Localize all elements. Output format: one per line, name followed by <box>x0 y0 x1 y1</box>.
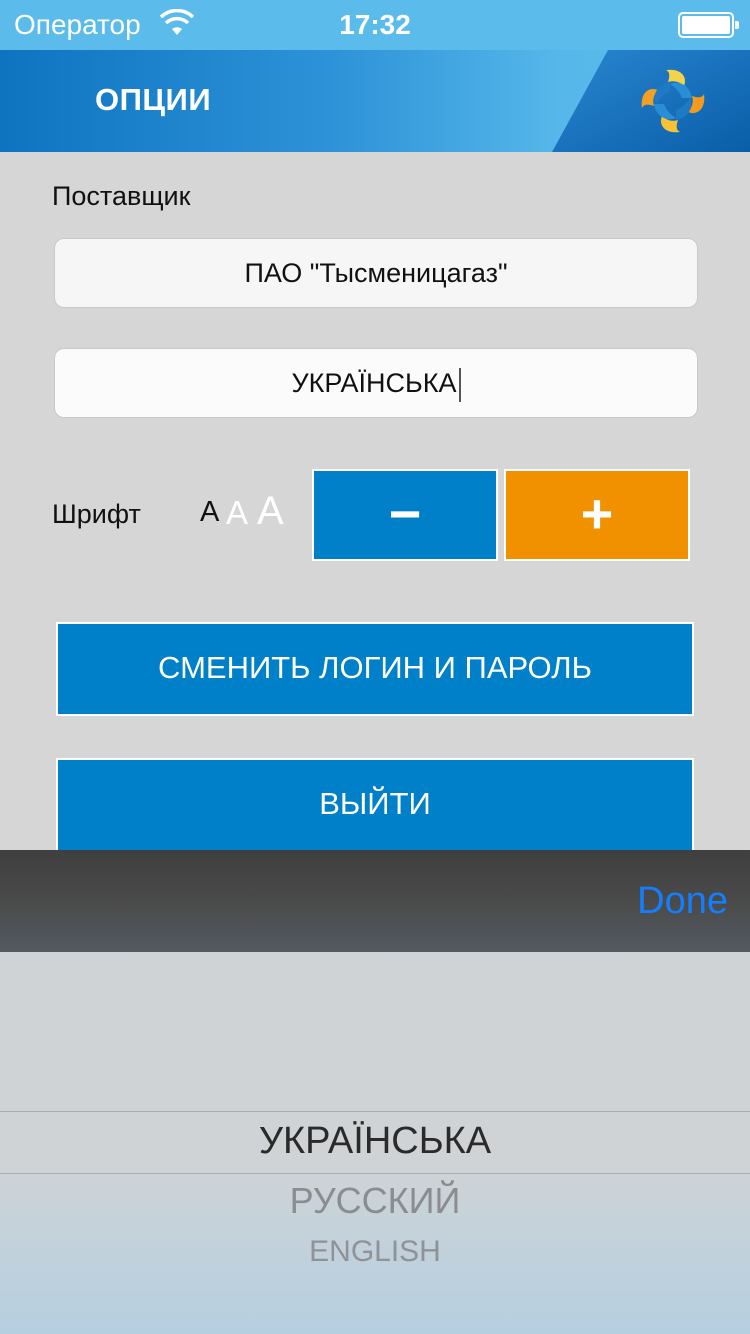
plus-icon: + <box>580 482 614 545</box>
picker-option[interactable]: УКРАЇНСЬКА <box>0 1120 750 1163</box>
supplier-label: Поставщик <box>52 181 191 211</box>
language-value: УКРАЇНСЬКА <box>291 368 457 398</box>
nav-header: ОПЦИИ <box>0 50 750 152</box>
font-sample-large: A <box>257 489 284 533</box>
picker-option[interactable]: РУССКИЙ <box>0 1180 750 1222</box>
logout-button[interactable]: ВЫЙТИ <box>56 758 694 858</box>
decrease-font-button[interactable]: − <box>312 469 498 561</box>
change-login-label: СМЕНИТЬ ЛОГИН И ПАРОЛЬ <box>158 650 592 685</box>
done-button[interactable]: Done <box>637 880 728 923</box>
font-label: Шрифт <box>52 499 141 529</box>
status-bar: Оператор 17:32 <box>0 0 750 50</box>
logout-label: ВЫЙТИ <box>319 786 431 821</box>
picker-option[interactable]: ENGLISH <box>0 1235 750 1269</box>
font-sample-medium: A <box>226 494 249 531</box>
battery-icon <box>678 12 739 38</box>
language-field[interactable]: УКРАЇНСЬКА <box>54 348 698 418</box>
picker-toolbar: Done <box>0 850 750 952</box>
font-sample-small: A <box>200 496 220 528</box>
supplier-field[interactable]: ПАО "Тысменицагаз" <box>54 238 698 308</box>
picker-selection-bottom-line <box>0 1173 750 1174</box>
app-logo-icon <box>641 69 705 133</box>
language-picker[interactable]: УКРАЇНСЬКА РУССКИЙ ENGLISH <box>0 952 750 1334</box>
picker-selection-top-line <box>0 1111 750 1112</box>
page-title: ОПЦИИ <box>95 82 212 117</box>
clock: 17:32 <box>339 9 411 40</box>
supplier-value: ПАО "Тысменицагаз" <box>244 258 508 288</box>
increase-font-button[interactable]: + <box>504 469 690 561</box>
minus-icon: − <box>388 482 422 545</box>
text-caret <box>458 367 461 402</box>
change-login-button[interactable]: СМЕНИТЬ ЛОГИН И ПАРОЛЬ <box>56 622 694 716</box>
